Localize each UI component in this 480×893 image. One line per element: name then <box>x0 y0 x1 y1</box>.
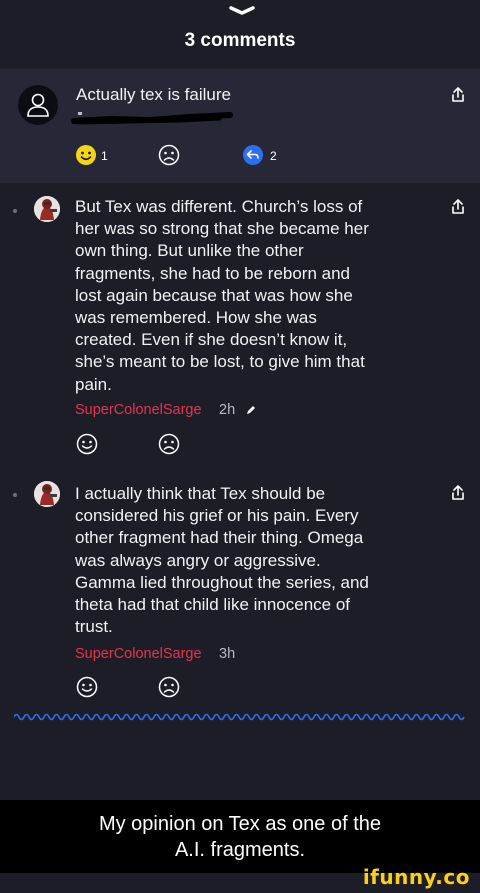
comment-line: own thing. But unlike the other <box>75 241 304 261</box>
comment-line: fragments, she had to be reborn and <box>75 263 351 283</box>
share-icon[interactable] <box>450 484 466 502</box>
comment-line: Actually tex is failure <box>76 85 231 104</box>
sad-icon[interactable] <box>158 676 180 698</box>
meme-caption: My opinion on Tex as one of the A.I. fra… <box>0 811 480 863</box>
comment-time: 2h <box>219 402 236 418</box>
smile-icon[interactable] <box>76 676 98 698</box>
avatar[interactable] <box>34 196 60 222</box>
thread-dot <box>13 209 17 213</box>
redaction-scribble <box>71 112 233 125</box>
comment-line: she’s meant to be lost, to give him that <box>75 352 365 372</box>
caption-line: My opinion on Tex as one of the <box>98 813 382 835</box>
smile-icon[interactable] <box>76 433 98 455</box>
comment-line: But Tex was different. Church’s loss of <box>75 197 363 216</box>
sad-icon[interactable] <box>158 433 180 455</box>
wavy-divider <box>14 713 465 721</box>
comment-text: Actually tex is failure <box>76 84 231 106</box>
comment-line: other fragment had their thing. Omega <box>75 528 364 548</box>
comment-line: pain. <box>75 374 112 394</box>
comment-line: her was so strong that she became her <box>75 219 369 239</box>
comment-text: I actually think that Tex should be cons… <box>75 483 369 638</box>
ifunny-watermark: ifunny.co <box>362 865 470 889</box>
comment-line: trust. <box>75 617 113 637</box>
sad-icon[interactable] <box>158 144 180 166</box>
avatar-image <box>34 196 60 222</box>
comment-line: theta had that child like innocence of <box>75 595 351 615</box>
avatar[interactable] <box>34 481 60 507</box>
like-count: 1 <box>101 149 108 163</box>
comment-time: 3h <box>219 646 236 662</box>
share-icon[interactable] <box>450 198 466 216</box>
reply-count: 2 <box>270 149 277 163</box>
comment-line: was remembered. How she was <box>75 308 317 328</box>
comment-line: created. Even if she doesn’t know it, <box>75 330 348 350</box>
user-icon <box>27 93 49 117</box>
comment-username[interactable]: SuperColonelSarge <box>75 646 202 662</box>
edit-pencil-icon <box>247 406 255 414</box>
share-icon[interactable] <box>450 86 466 104</box>
smile-icon[interactable] <box>75 144 97 166</box>
comment-highlighted: Actually tex is failure 1 2 <box>0 69 480 183</box>
comment-username[interactable]: SuperColonelSarge <box>75 402 202 418</box>
chevron-down-icon[interactable] <box>228 6 256 16</box>
reply-icon[interactable] <box>242 144 264 166</box>
comment-line: was always angry or aggressive. <box>75 550 321 570</box>
avatar-image <box>34 481 60 507</box>
caption-line: A.I. fragments. <box>174 839 306 861</box>
comment-line: I actually think that Tex should be <box>75 484 326 503</box>
comment-line: lost again because that was how she <box>75 285 353 305</box>
avatar[interactable] <box>18 85 58 125</box>
comments-count-title: 3 comments <box>184 30 296 51</box>
thread-dot <box>13 493 17 497</box>
comment-line: considered his grief or his pain. Every <box>75 506 359 526</box>
comment-line: Gamma lied throughout the series, and <box>75 572 369 592</box>
comment-text: But Tex was different. Church’s loss of … <box>75 196 369 396</box>
